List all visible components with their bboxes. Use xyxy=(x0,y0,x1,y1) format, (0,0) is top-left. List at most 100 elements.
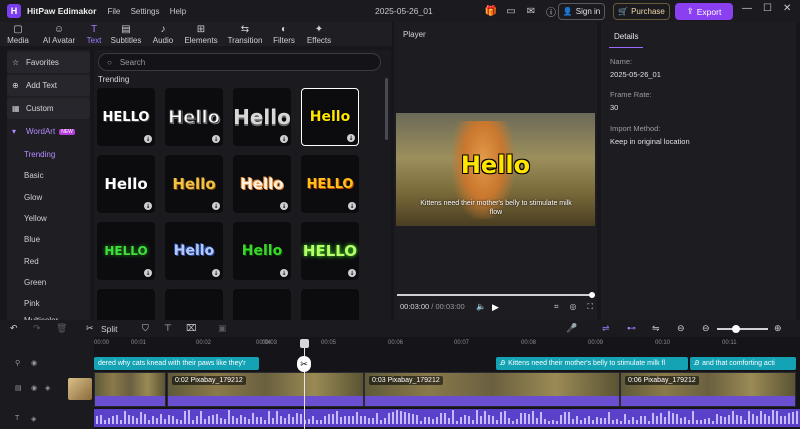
wordart-blue[interactable]: Blue xyxy=(7,229,90,250)
wordart-pink[interactable]: Pink xyxy=(7,293,90,314)
playhead-line[interactable] xyxy=(304,340,305,429)
sign-in-button[interactable]: 👤 Sign in xyxy=(558,3,605,20)
video-track-icon[interactable]: ▤ xyxy=(15,384,22,392)
wordart-tile-selected[interactable]: Hello ↓ xyxy=(301,88,359,146)
tab-transition[interactable]: ⇆ Transition xyxy=(222,22,268,46)
wordart-tile[interactable]: HELLO ↓ xyxy=(97,88,155,146)
minimize-icon[interactable]: — xyxy=(742,3,752,14)
wordart-tile-partial[interactable] xyxy=(233,289,291,320)
close-icon[interactable]: ✕ xyxy=(783,3,791,14)
wordart-basic[interactable]: Basic xyxy=(7,165,90,186)
download-icon[interactable]: ↓ xyxy=(212,202,220,210)
wordart-tile[interactable]: HELLO ↓ xyxy=(301,222,359,280)
wordart-tile-partial[interactable] xyxy=(97,289,155,320)
preview-wordart-text[interactable]: Hello xyxy=(396,151,595,179)
download-icon[interactable]: ↓ xyxy=(212,135,220,143)
sidebar-item-wordart[interactable]: ▾ WordArt NEW xyxy=(7,121,90,142)
tab-ai-avatar[interactable]: ☺ AI Avatar xyxy=(36,22,82,46)
effect-track-icon[interactable]: ⚲ xyxy=(15,359,20,367)
tab-effects[interactable]: ✦ Effects xyxy=(300,22,338,46)
scissors-icon[interactable]: ✂ xyxy=(297,356,311,372)
wordart-yellow[interactable]: Yellow xyxy=(7,208,90,229)
wordart-tile-partial[interactable] xyxy=(165,289,223,320)
playhead-handle[interactable] xyxy=(300,339,309,348)
wordart-tile[interactable]: HELLO ↓ xyxy=(301,155,359,213)
zoom-slider-knob[interactable] xyxy=(732,325,740,333)
wordart-glow[interactable]: Glow xyxy=(7,187,90,208)
menu-help[interactable]: Help xyxy=(170,7,186,16)
video-clip[interactable]: 0:02 Pixabay_179212 xyxy=(167,372,364,407)
tab-media[interactable]: ▢ Media xyxy=(0,22,36,46)
tab-filters[interactable]: ◐ Filters xyxy=(268,22,300,46)
zoom-out-icon[interactable]: ⊖ xyxy=(702,323,710,334)
download-icon[interactable]: ↓ xyxy=(280,269,288,277)
crop-icon[interactable]: ⌗ xyxy=(554,302,559,312)
marker-icon[interactable]: ⛉ xyxy=(142,323,149,334)
download-icon[interactable]: ↓ xyxy=(347,134,355,142)
download-icon[interactable]: ↓ xyxy=(348,202,356,210)
wordart-red[interactable]: Red xyxy=(7,250,90,271)
fullscreen-icon[interactable]: ⛶ xyxy=(588,302,594,312)
wordart-trending[interactable]: Trending xyxy=(7,144,90,165)
speaker-icon[interactable]: ◈ xyxy=(45,384,50,392)
wordart-tile[interactable]: Hello ↓ xyxy=(165,155,223,213)
microphone-icon[interactable]: 🎤 xyxy=(566,323,577,334)
video-preview[interactable]: Hello Kittens need their mother's belly … xyxy=(396,113,595,226)
wordart-tile-partial[interactable] xyxy=(301,289,359,320)
download-icon[interactable]: ↓ xyxy=(144,202,152,210)
wordart-tile[interactable]: Hello ↓ xyxy=(97,155,155,213)
wordart-tile[interactable]: Hello ↓ xyxy=(233,155,291,213)
wordart-tile[interactable]: Hello ↓ xyxy=(233,88,291,146)
wordart-tile[interactable]: HELLO ↓ xyxy=(97,222,155,280)
text-tool-icon[interactable]: ⊤ xyxy=(164,323,172,334)
export-button[interactable]: ⇪ Export xyxy=(675,3,733,20)
ripple-icon[interactable]: ⇋ xyxy=(652,323,660,334)
download-icon[interactable]: ↓ xyxy=(280,202,288,210)
tab-text[interactable]: T Text xyxy=(82,22,106,46)
monitor-icon[interactable]: ▭ xyxy=(504,4,518,18)
redo-icon[interactable]: ↷ xyxy=(33,323,41,334)
gallery-scrollbar[interactable] xyxy=(385,78,388,140)
delete-icon[interactable]: 🗑 xyxy=(56,323,67,334)
download-icon[interactable]: ↓ xyxy=(280,135,288,143)
maximize-icon[interactable]: ☐ xyxy=(763,3,772,14)
eye-icon[interactable]: ◉ xyxy=(31,384,37,392)
purchase-button[interactable]: 🛒 Purchase xyxy=(613,3,670,20)
text-clip[interactable]: Ꭿ Kittens need their mother's belly to st… xyxy=(496,357,688,370)
tab-elements[interactable]: ⊞ Elements xyxy=(180,22,222,46)
fit-icon[interactable]: ⊖ xyxy=(677,323,685,334)
zoom-slider[interactable] xyxy=(717,325,768,333)
wordart-tile[interactable]: Hello ↓ xyxy=(165,88,223,146)
progress-knob[interactable] xyxy=(589,292,595,298)
menu-file[interactable]: File xyxy=(107,7,120,16)
snapshot-icon[interactable]: ◎ xyxy=(570,302,577,312)
speaker-icon[interactable]: ◈ xyxy=(31,415,36,423)
tab-subtitles[interactable]: ▤ Subtitles xyxy=(106,22,146,46)
video-clip[interactable]: 0:06 Pixabay_179212 xyxy=(620,372,796,407)
text-clip[interactable]: Ꭿand that comforting acti xyxy=(690,357,796,370)
wordart-tile[interactable]: Hello ↓ xyxy=(233,222,291,280)
download-icon[interactable]: ↓ xyxy=(144,135,152,143)
menu-settings[interactable]: Settings xyxy=(131,7,160,16)
gift-icon[interactable]: 🎁 xyxy=(484,4,498,18)
info-icon[interactable]: ⓘ xyxy=(544,4,558,19)
split-button[interactable]: Split xyxy=(101,324,118,334)
wordart-tile[interactable]: Hello ↓ xyxy=(165,222,223,280)
search-input[interactable]: ○ Search xyxy=(98,53,381,71)
download-icon[interactable]: ↓ xyxy=(144,269,152,277)
split-icon[interactable]: ✂ xyxy=(86,323,94,334)
play-icon[interactable]: ▶ xyxy=(492,302,499,313)
video-clip[interactable]: 0:03 Pixabay_179212 xyxy=(364,372,620,407)
crop-tool-icon[interactable]: ⌧ xyxy=(186,323,196,334)
tab-audio[interactable]: ♪ Audio xyxy=(146,22,180,46)
wordart-green[interactable]: Green xyxy=(7,272,90,293)
zoom-in-icon[interactable]: ⊕ xyxy=(774,323,782,334)
download-icon[interactable]: ↓ xyxy=(212,269,220,277)
time-ruler[interactable]: 00:00 00:01 00:02 00:03 00:04 00:05 00:0… xyxy=(94,337,800,351)
sidebar-item-favorites[interactable]: ☆ Favorites xyxy=(7,52,90,73)
magnet-icon[interactable]: ⇌ xyxy=(602,323,610,334)
audio-waveform-track[interactable] xyxy=(94,409,800,427)
link-icon[interactable]: ⊷ xyxy=(627,323,636,334)
playback-progress-bar[interactable] xyxy=(397,292,595,298)
text-clip[interactable]: dered why cats knead with their paws lik… xyxy=(94,357,259,370)
